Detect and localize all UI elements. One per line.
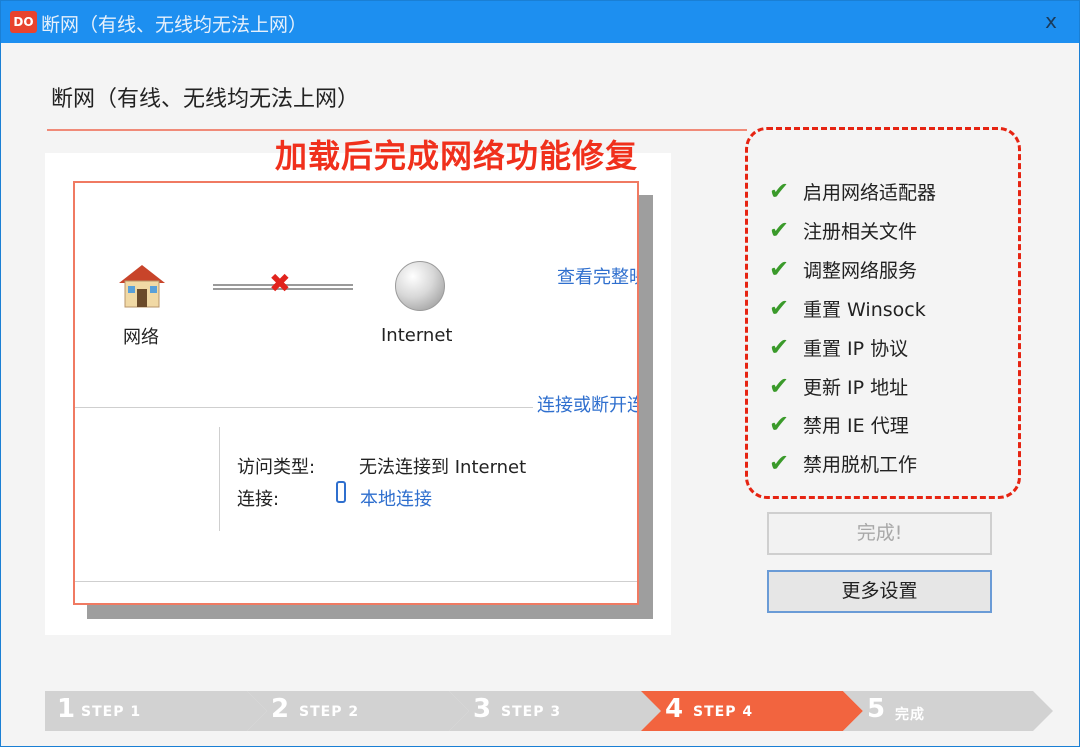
check-item-label: 禁用脱机工作 bbox=[803, 453, 918, 476]
checkmark-icon: ✔ bbox=[769, 410, 790, 438]
checkmark-icon: ✔ bbox=[769, 177, 790, 205]
checkmark-icon: ✔ bbox=[769, 294, 790, 322]
check-item-label: 重置 Winsock bbox=[803, 298, 926, 321]
check-item-label: 启用网络适配器 bbox=[803, 181, 937, 204]
check-item-reset-ip: ✔ 重置 IP 协议 bbox=[769, 333, 908, 361]
local-connection-link[interactable]: 本地连接 bbox=[360, 485, 432, 511]
step-label: STEP 2 bbox=[299, 704, 360, 720]
check-item-disable-ie-proxy: ✔ 禁用 IE 代理 bbox=[769, 410, 909, 438]
internet-label: Internet bbox=[381, 325, 453, 346]
window-title: 断网（有线、无线均无法上网） bbox=[41, 14, 308, 36]
step-2: 2 STEP 2 bbox=[247, 691, 469, 731]
step-number: 2 bbox=[271, 694, 290, 724]
step-label: 完成 bbox=[895, 707, 925, 723]
step-progress-bar: 1 STEP 1 2 STEP 2 3 STEP 3 4 STEP 4 5 完成 bbox=[45, 691, 1055, 731]
step-number: 1 bbox=[57, 694, 76, 724]
check-item-label: 禁用 IE 代理 bbox=[803, 414, 909, 437]
check-item-register-files: ✔ 注册相关文件 bbox=[769, 216, 917, 244]
x-icon: ✖ bbox=[269, 269, 291, 299]
section-divider bbox=[75, 407, 533, 408]
view-full-map-link[interactable]: 查看完整映 bbox=[557, 263, 637, 289]
check-item-label: 更新 IP 地址 bbox=[803, 376, 909, 399]
check-item-label: 注册相关文件 bbox=[803, 220, 918, 243]
network-label: 网络 bbox=[123, 327, 159, 348]
app-window: DO 断网（有线、无线均无法上网） x 断网（有线、无线均无法上网） 网络 ✖ … bbox=[0, 0, 1080, 747]
checkmark-icon: ✔ bbox=[769, 255, 790, 283]
step-label: STEP 3 bbox=[501, 704, 562, 720]
check-item-label: 调整网络服务 bbox=[803, 259, 918, 282]
step-4: 4 STEP 4 bbox=[641, 691, 863, 731]
check-item-label: 重置 IP 协议 bbox=[803, 337, 909, 360]
check-item-update-ip: ✔ 更新 IP 地址 bbox=[769, 372, 908, 400]
step-number: 5 bbox=[867, 694, 886, 724]
connection-label: 连接: bbox=[237, 489, 280, 510]
checkmark-icon: ✔ bbox=[769, 333, 790, 361]
bottom-divider bbox=[75, 581, 637, 582]
app-logo-icon: DO bbox=[10, 11, 37, 33]
access-type-label: 访问类型: bbox=[237, 457, 316, 478]
step-1: 1 STEP 1 bbox=[45, 691, 267, 731]
step-label: STEP 1 bbox=[81, 704, 142, 720]
check-item-adjust-services: ✔ 调整网络服务 bbox=[769, 255, 917, 283]
globe-icon bbox=[395, 261, 445, 311]
repair-banner: 加载后完成网络功能修复 bbox=[275, 137, 639, 175]
done-button[interactable]: 完成! bbox=[767, 512, 992, 555]
access-type-value: 无法连接到 Internet bbox=[359, 457, 527, 478]
house-icon bbox=[119, 265, 165, 308]
vertical-divider bbox=[219, 427, 220, 531]
step-3: 3 STEP 3 bbox=[449, 691, 671, 731]
checkmark-icon: ✔ bbox=[769, 449, 790, 477]
checkmark-icon: ✔ bbox=[769, 372, 790, 400]
close-icon[interactable]: x bbox=[1039, 9, 1063, 33]
check-item-reset-winsock: ✔ 重置 Winsock bbox=[769, 294, 926, 322]
step-number: 3 bbox=[473, 694, 492, 724]
step-5: 5 完成 bbox=[843, 691, 1053, 731]
title-bar: DO 断网（有线、无线均无法上网） x bbox=[1, 1, 1079, 43]
check-item-disable-offline: ✔ 禁用脱机工作 bbox=[769, 449, 917, 477]
checkmark-icon: ✔ bbox=[769, 216, 790, 244]
page-title: 断网（有线、无线均无法上网） bbox=[51, 87, 360, 112]
more-settings-button[interactable]: 更多设置 bbox=[767, 570, 992, 613]
step-number: 4 bbox=[665, 694, 684, 724]
check-item-enable-adapter: ✔ 启用网络适配器 bbox=[769, 177, 936, 205]
network-status-panel: 网络 ✖ Internet 查看完整映 连接或断开连 访问类型: 无法连接到 I… bbox=[73, 181, 639, 605]
ethernet-icon bbox=[336, 481, 346, 503]
step-label: STEP 4 bbox=[693, 704, 754, 720]
connect-disconnect-link[interactable]: 连接或断开连 bbox=[537, 391, 637, 417]
